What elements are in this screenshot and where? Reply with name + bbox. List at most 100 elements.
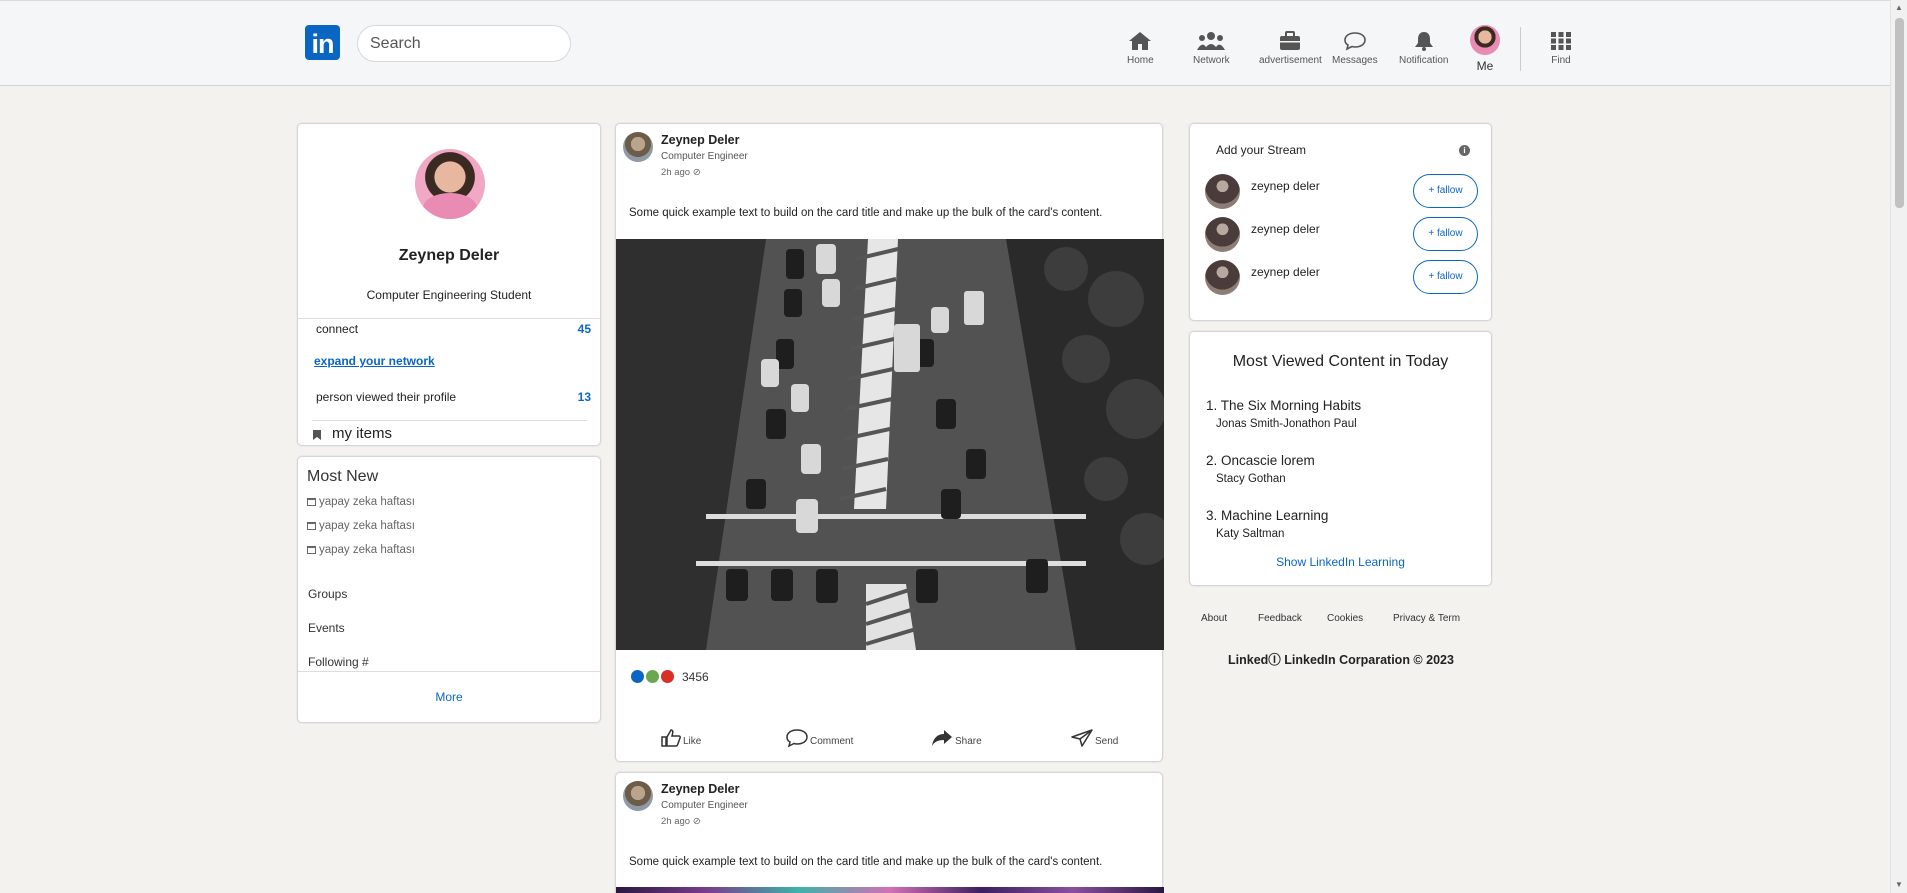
post-author-avatar[interactable] <box>623 132 653 162</box>
traffic-photo <box>616 239 1164 650</box>
comment-button[interactable]: Comment <box>786 729 854 748</box>
linkedin-logo[interactable]: in <box>305 25 340 60</box>
divider <box>298 671 600 672</box>
nav-home-label: Home <box>1127 55 1154 66</box>
groups-link[interactable]: Groups <box>308 587 347 601</box>
post-time: 2h ago ⊘ <box>661 816 701 827</box>
reactions-summary[interactable]: 3456 <box>631 670 709 684</box>
footer-about-link[interactable]: About <box>1201 613 1227 624</box>
footer-cookies-link[interactable]: Cookies <box>1327 613 1363 624</box>
comment-label: Comment <box>810 736 854 747</box>
more-link[interactable]: More <box>298 690 600 704</box>
suggestion-name[interactable]: zeynep deler <box>1251 179 1320 193</box>
stream-title: Add your Stream <box>1216 143 1307 157</box>
my-items-link[interactable]: my items <box>332 425 392 442</box>
nav-network[interactable]: Network <box>1193 31 1230 66</box>
show-learning-link[interactable]: Show LinkedIn Learning <box>1190 555 1491 569</box>
nav-network-label: Network <box>1193 55 1230 66</box>
connect-count[interactable]: 45 <box>578 322 591 336</box>
most-viewed-card: Most Viewed Content in Today 1. The Six … <box>1189 331 1492 586</box>
suggestion-name[interactable]: zeynep deler <box>1251 265 1320 279</box>
suggestion-avatar[interactable] <box>1205 217 1240 252</box>
post-image[interactable] <box>616 887 1164 893</box>
event-item-label: yapay zeka haftası <box>319 520 415 532</box>
top-navbar: in Home Network advertisement Messages N… <box>0 0 1890 86</box>
network-icon <box>1197 32 1226 50</box>
suggestion-name[interactable]: zeynep deler <box>1251 222 1320 236</box>
share-button[interactable]: Share <box>931 729 982 747</box>
like-label: Like <box>683 736 702 747</box>
footer-feedback-link[interactable]: Feedback <box>1258 613 1302 624</box>
footer-privacy-link[interactable]: Privacy & Term <box>1393 613 1460 624</box>
post-time: 2h ago ⊘ <box>661 167 701 178</box>
heart-reaction-icon <box>661 670 674 683</box>
expand-network-link[interactable]: expand your network <box>314 354 435 368</box>
most-viewed-title: Most Viewed Content in Today <box>1232 353 1449 370</box>
message-icon <box>1343 32 1366 51</box>
profile-name[interactable]: Zeynep Deler <box>298 247 600 265</box>
reaction-count: 3456 <box>682 670 709 684</box>
page-scrollbar[interactable]: ▲ ▼ <box>1890 0 1907 893</box>
bell-icon <box>1414 32 1433 51</box>
profile-card: Zeynep Deler Computer Engineering Studen… <box>297 123 601 446</box>
most-new-title: Most New <box>307 468 379 485</box>
event-item-label: yapay zeka haftası <box>319 544 415 556</box>
send-button[interactable]: Send <box>1071 729 1118 747</box>
divider <box>298 318 600 319</box>
event-item[interactable]: yapay zeka haftası <box>307 544 415 556</box>
post-card: Zeynep Deler Computer Engineer 2h ago ⊘ … <box>615 772 1164 893</box>
like-reaction-icon <box>631 670 644 683</box>
content-title[interactable]: 3. Machine Learning <box>1206 508 1328 523</box>
home-icon <box>1129 32 1152 50</box>
suggestion-avatar[interactable] <box>1205 260 1240 295</box>
profile-views-count[interactable]: 13 <box>578 390 591 404</box>
nav-divider <box>1520 27 1521 71</box>
follow-button[interactable]: + fallow <box>1413 217 1478 251</box>
post-author-name[interactable]: Zeynep Deler <box>661 133 740 147</box>
post-author-name[interactable]: Zeynep Deler <box>661 782 740 796</box>
divider <box>312 420 587 421</box>
nav-find[interactable]: Find <box>1550 31 1572 66</box>
follow-button[interactable]: + fallow <box>1413 260 1478 294</box>
like-button[interactable]: Like <box>661 729 701 747</box>
nav-advertisement[interactable]: advertisement <box>1259 31 1322 66</box>
nav-notification[interactable]: Notification <box>1399 31 1448 66</box>
thumbs-up-icon <box>661 729 681 747</box>
profile-avatar[interactable] <box>415 149 485 219</box>
scroll-down-icon[interactable]: ▼ <box>1895 880 1903 889</box>
post-author-avatar[interactable] <box>623 781 653 811</box>
connect-label[interactable]: connect <box>316 322 358 336</box>
follow-button[interactable]: + fallow <box>1413 174 1478 208</box>
calendar-icon <box>307 522 316 530</box>
bookmark-icon <box>313 430 321 440</box>
event-item-label: yapay zeka haftası <box>319 496 415 508</box>
copyright: LinkedⒾ LinkedIn Corparation © 2023 <box>1228 653 1454 667</box>
stream-card: Add your Stream i zeynep deler + fallow … <box>1189 123 1492 321</box>
events-link[interactable]: Events <box>308 621 345 635</box>
me-avatar <box>1470 25 1500 55</box>
post-author-role: Computer Engineer <box>661 151 748 162</box>
search-input[interactable] <box>357 25 571 62</box>
info-icon[interactable]: i <box>1459 145 1470 156</box>
clap-reaction-icon <box>646 670 659 683</box>
comment-icon <box>786 729 808 748</box>
post-author-role: Computer Engineer <box>661 800 748 811</box>
content-title[interactable]: 2. Oncascie lorem <box>1206 453 1315 468</box>
send-label: Send <box>1095 736 1119 747</box>
share-icon <box>932 730 952 746</box>
scroll-up-icon[interactable]: ▲ <box>1895 3 1903 12</box>
content-title[interactable]: 1. The Six Morning Habits <box>1206 398 1361 413</box>
post-image[interactable] <box>616 239 1164 650</box>
calendar-icon <box>307 546 316 554</box>
following-link[interactable]: Following # <box>308 655 369 669</box>
scrollbar-thumb[interactable] <box>1895 18 1904 208</box>
event-item[interactable]: yapay zeka haftası <box>307 520 415 532</box>
event-item[interactable]: yapay zeka haftası <box>307 496 415 508</box>
nav-me[interactable]: Me <box>1470 25 1500 73</box>
suggestion-avatar[interactable] <box>1205 174 1240 209</box>
nav-messages[interactable]: Messages <box>1332 31 1378 66</box>
nav-home[interactable]: Home <box>1127 31 1154 66</box>
profile-views-label[interactable]: person viewed their profile <box>316 390 456 404</box>
nav-notification-label: Notification <box>1399 55 1449 66</box>
post-text: Some quick example text to build on the … <box>629 207 1103 219</box>
